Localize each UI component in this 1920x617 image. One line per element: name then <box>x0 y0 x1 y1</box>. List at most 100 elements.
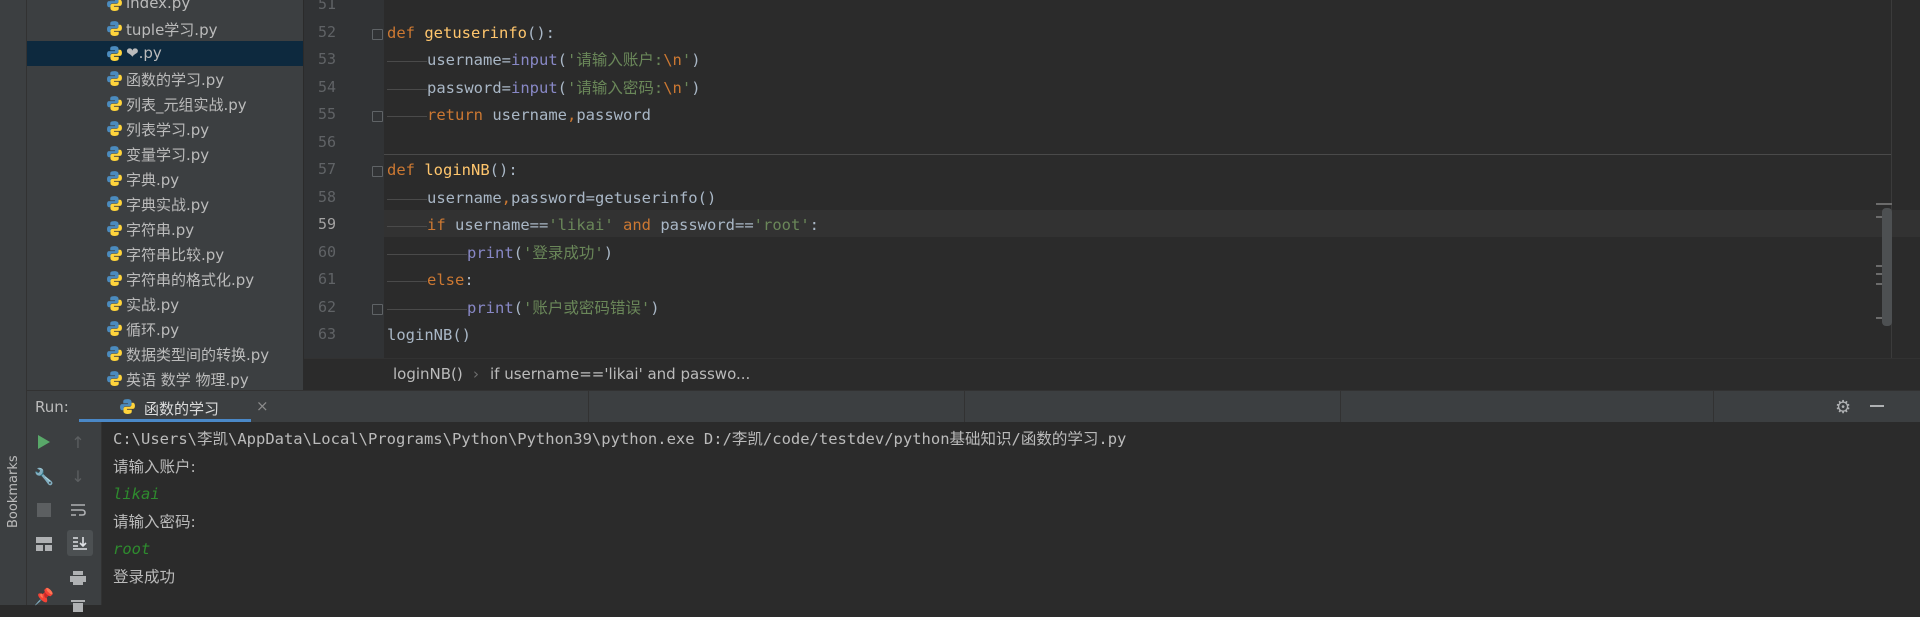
soft-wrap-icon[interactable] <box>67 499 89 521</box>
run-console[interactable]: C:\Users\李凯\AppData\Local\Programs\Pytho… <box>102 422 1920 605</box>
code-line: username,password=getuserinfo() <box>427 185 716 211</box>
editor-scrollbar[interactable] <box>1882 208 1892 326</box>
code-editor[interactable]: 51 52 53 54 55 56 57 58 59 60 61 62 63 def getuserin… <box>304 0 1920 358</box>
code-line: print('登录成功') <box>467 240 613 266</box>
python-file-icon <box>106 145 123 162</box>
scroll-to-end-icon[interactable] <box>67 530 93 556</box>
console-line: root <box>113 540 151 558</box>
print-icon[interactable] <box>67 567 89 589</box>
python-file-icon <box>106 195 123 212</box>
error-stripe-mark[interactable] <box>1876 203 1892 205</box>
code-token: loginNB() <box>387 326 471 344</box>
arrow-down-icon[interactable]: ↓ <box>67 465 89 487</box>
code-token: if <box>427 216 455 234</box>
tree-item-file[interactable]: 字典.py <box>27 166 303 191</box>
python-file-icon <box>106 70 123 87</box>
code-line: return username,password <box>427 102 651 128</box>
python-icon <box>120 399 135 414</box>
tree-item-file[interactable]: 实战.py <box>27 291 303 316</box>
run-toolbar: ↑ 🔧 ↓ 📌 <box>27 422 102 612</box>
python-file-icon <box>106 220 123 237</box>
console-line: 请输入账户: <box>113 457 196 476</box>
tree-item-file[interactable]: 列表学习.py <box>27 116 303 141</box>
wrench-icon[interactable]: 🔧 <box>33 465 55 487</box>
code-token: ( <box>513 298 524 317</box>
header-divider <box>1713 391 1714 423</box>
tree-item-file[interactable]: 变量学习.py <box>27 141 303 166</box>
tree-item-label: 字典.py <box>126 171 180 189</box>
left-tool-stripe: Bookmarks <box>0 0 27 605</box>
fold-marker-icon[interactable] <box>372 111 383 122</box>
code-token: ' <box>681 78 692 97</box>
close-tab-icon[interactable]: × <box>256 397 269 415</box>
tree-item-label: 字符串.py <box>126 221 195 239</box>
code-token: input <box>511 51 558 69</box>
tree-item-file[interactable]: tuple学习.py <box>27 16 303 41</box>
python-file-icon <box>106 20 123 37</box>
python-file-icon <box>106 370 123 387</box>
code-token: : <box>464 271 474 289</box>
tree-item-file[interactable]: 函数的学习.py <box>27 66 303 91</box>
layout-icon[interactable] <box>33 533 55 555</box>
breadcrumb: loginNB() › if username=='likai' and pas… <box>304 358 1920 391</box>
line-number: 54 <box>317 77 336 96</box>
fold-marker-icon[interactable] <box>372 166 383 177</box>
code-token: else <box>427 271 465 289</box>
python-file-icon <box>106 270 123 287</box>
line-number: 60 <box>317 242 336 261</box>
indent-guide <box>387 88 427 90</box>
code-token: getuserinfo <box>424 23 527 42</box>
tree-item-file[interactable]: 英语 数学 物理.py <box>27 366 303 390</box>
python-file-icon <box>106 0 123 12</box>
fold-marker-icon[interactable] <box>372 28 383 40</box>
code-line: def getuserinfo(): <box>387 20 555 46</box>
code-token: username <box>427 188 502 207</box>
bookmarks-tab[interactable]: Bookmarks <box>6 455 21 528</box>
code-token: \n <box>663 78 682 97</box>
indent-guide <box>427 308 467 310</box>
tree-item-file[interactable]: 数据类型间的转换.py <box>27 341 303 366</box>
line-number: 56 <box>317 132 336 151</box>
tree-item-file[interactable]: 字符串.py <box>27 216 303 241</box>
tree-item-file[interactable]: 列表_元组实战.py <box>27 91 303 116</box>
gear-icon[interactable]: ⚙ <box>1835 397 1851 418</box>
code-token: ) <box>603 243 614 262</box>
pin-icon[interactable]: 📌 <box>33 585 55 607</box>
tree-item-file[interactable]: 字符串的格式化.py <box>27 266 303 291</box>
stop-icon[interactable] <box>33 499 55 521</box>
tree-item-label: 英语 数学 物理.py <box>126 371 249 389</box>
code-token: ) <box>691 78 701 97</box>
code-token: return <box>427 106 493 124</box>
header-divider <box>1340 391 1341 423</box>
tree-item-file[interactable]: ❤.py <box>27 41 303 66</box>
code-token: 'root' <box>753 216 810 234</box>
breadcrumb-item-function[interactable]: loginNB() <box>393 365 463 383</box>
console-line: likai <box>113 485 160 503</box>
tree-item-label: ❤.py <box>126 44 162 62</box>
tree-item-file[interactable]: 循环.py <box>27 316 303 341</box>
tree-item-label: 字符串的格式化.py <box>126 271 255 289</box>
fold-marker-icon[interactable] <box>372 303 383 315</box>
tree-item-file[interactable]: 字符串比较.py <box>27 241 303 266</box>
line-number: 53 <box>317 50 336 68</box>
breadcrumb-item-if[interactable]: if username=='likai' and passwo... <box>490 365 750 383</box>
arrow-up-icon[interactable]: ↑ <box>67 431 89 453</box>
indent-guide <box>387 253 427 255</box>
header-divider <box>964 391 965 423</box>
code-line: else: <box>427 267 474 293</box>
code-token: (): <box>526 23 555 42</box>
python-file-icon <box>106 170 123 187</box>
console-line: 登录成功 <box>113 567 176 586</box>
code-token: : <box>809 216 819 234</box>
rerun-icon[interactable] <box>33 431 55 453</box>
code-token: ( <box>557 78 568 97</box>
indent-guide <box>387 226 427 227</box>
code-token: , <box>566 106 577 124</box>
tree-item-file[interactable]: index.py <box>27 0 303 16</box>
trash-icon[interactable] <box>67 595 89 617</box>
python-file-icon <box>106 245 123 262</box>
tree-item-label: 列表_元组实战.py <box>126 96 247 114</box>
tree-item-file[interactable]: 字典实战.py <box>27 191 303 216</box>
minimize-icon[interactable] <box>1870 405 1884 407</box>
console-line: 请输入密码: <box>113 512 196 531</box>
